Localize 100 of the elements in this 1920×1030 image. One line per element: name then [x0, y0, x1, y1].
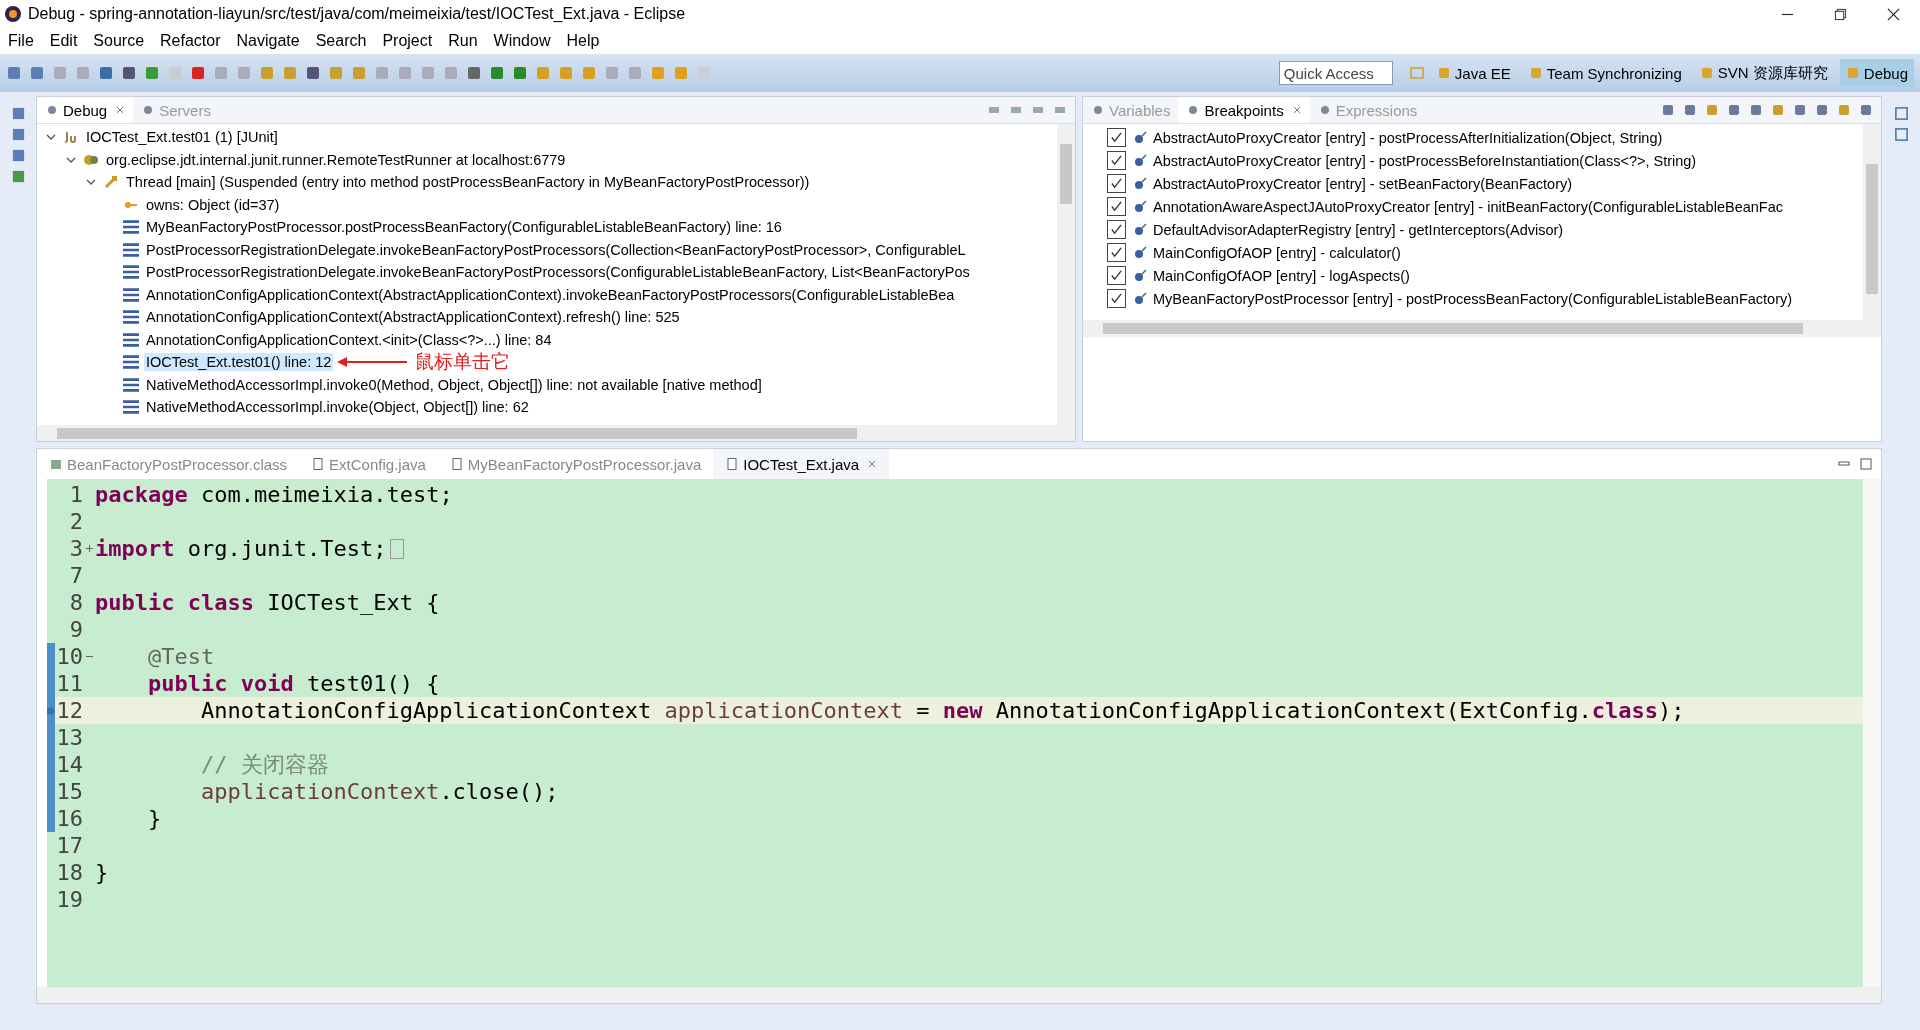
code-line: @Test: [146, 644, 215, 669]
expand-fold-icon[interactable]: [85, 545, 93, 552]
tree-item[interactable]: IOCTest_Ext.test01() line: 12: [144, 353, 334, 372]
view-toolbar-icon[interactable]: [1749, 103, 1763, 117]
menu-item[interactable]: Project: [380, 32, 435, 50]
tree-item[interactable]: IOCTest_Ext.test01 (1) [JUnit]: [84, 128, 280, 147]
breakpoint-label[interactable]: MainConfigOfAOP [entry] - logAspects(): [1153, 267, 1410, 284]
toolbar-icon[interactable]: [190, 65, 206, 81]
checkmark-icon: [1110, 131, 1123, 144]
breakpoint-label[interactable]: AbstractAutoProxyCreator [entry] - setBeanFactory(BeanFactory): [1153, 175, 1573, 192]
view-toolbar-icon[interactable]: [1705, 103, 1719, 117]
checkbox[interactable]: [1107, 243, 1126, 262]
view-icon[interactable]: [1893, 106, 1909, 121]
tree-item[interactable]: AnnotationConfigApplicationContext(AbstractApplicationContext).refresh() line: 525: [144, 308, 682, 327]
menu-item[interactable]: Navigate: [234, 32, 302, 50]
checkmark-icon: [1110, 200, 1123, 213]
checkbox[interactable]: [1107, 174, 1126, 193]
checkbox[interactable]: [1107, 128, 1126, 147]
toolbar-icon[interactable]: [121, 65, 137, 81]
horizontal-scrollbar[interactable]: [1083, 320, 1881, 336]
toolbar-icon[interactable]: [98, 65, 114, 81]
open-perspective-icon[interactable]: [1408, 65, 1425, 81]
tree-item[interactable]: MyBeanFactoryPostProcessor.postProcessBeanFactory(ConfigurableListableBeanFactory) line: 16: [144, 218, 784, 237]
checkbox[interactable]: [1107, 220, 1126, 239]
tree-item[interactable]: AnnotationConfigApplicationContext.<init>(Class<?>...) line: 84: [144, 330, 554, 349]
breakpoint-label[interactable]: AbstractAutoProxyCreator [entry] - postProcessAfterInitialization(Object, String): [1153, 129, 1663, 146]
line-number: 9: [68, 617, 83, 642]
editor-tab[interactable]: IOCTest_Ext.java: [713, 449, 890, 479]
instruction-pointer-icon: [47, 705, 55, 716]
view-tab[interactable]: Breakpoints: [1178, 97, 1310, 123]
breakpoint-label[interactable]: AnnotationAwareAspectJAutoProxyCreator [entry] - initBeanFactory(ConfigurableListableBeanFac: [1153, 198, 1783, 215]
checkmark-icon: [1110, 154, 1123, 167]
tree-item[interactable]: NativeMethodAccessorImpl.invoke0(Method, Object, Object[]) line: not available [native method]: [144, 375, 764, 394]
toolbar-icon[interactable]: [144, 65, 160, 81]
menu-item[interactable]: Source: [91, 32, 147, 50]
quick-access-field[interactable]: Quick Access: [1278, 61, 1393, 85]
menu-item[interactable]: Run: [446, 32, 480, 50]
view-tab[interactable]: Debug: [37, 97, 134, 123]
annotation-note: 鼠标单击它: [415, 350, 511, 375]
view-toolbar-icon[interactable]: [1771, 103, 1785, 117]
toolbar-icon[interactable]: [489, 65, 505, 81]
view-icon[interactable]: [10, 169, 26, 184]
view-icon[interactable]: [10, 127, 26, 142]
close-icon[interactable]: [1887, 7, 1900, 21]
view-toolbar-icon[interactable]: [1837, 103, 1851, 117]
tree-item[interactable]: Thread [main] (Suspended (entry into method postProcessBeanFactory in MyBeanFactoryPostProcessor)): [124, 173, 812, 192]
breakpoint-icon: [1132, 129, 1148, 146]
perspective-button[interactable]: Team Synchronizing: [1522, 59, 1688, 87]
editor-tab[interactable]: ExtConfig.java: [299, 449, 438, 479]
toolbar-icon[interactable]: [512, 65, 528, 81]
view-icon[interactable]: [1893, 127, 1909, 142]
tree-item[interactable]: PostProcessorRegistrationDelegate.invokeBeanFactoryPostProcessors(ConfigurableListableBeanFactory, List<BeanFactoryPos: [144, 263, 972, 282]
breakpoint-label[interactable]: MainConfigOfAOP [entry] - calculator(): [1153, 244, 1401, 261]
code-line: package com.meimeixia.test;: [95, 482, 453, 507]
checkbox[interactable]: [1107, 151, 1126, 170]
restore-icon[interactable]: [1834, 7, 1847, 21]
view-icon[interactable]: [10, 148, 26, 163]
menu-item[interactable]: Search: [313, 32, 369, 50]
tree-item[interactable]: org.eclipse.jdt.internal.junit.runner.RemoteTestRunner at localhost:6779: [104, 150, 568, 169]
line-number: 7: [68, 563, 83, 588]
breakpoint-icon: [1132, 244, 1148, 261]
checkbox[interactable]: [1107, 289, 1126, 308]
toolbar-icon[interactable]: [466, 65, 482, 81]
editor-tab[interactable]: MyBeanFactoryPostProcessor.java: [437, 449, 714, 479]
toolbar-icon[interactable]: [6, 65, 22, 81]
code-line: AnnotationConfigApplicationContext applicationContext = new AnnotationConfigApplicationContext(ExtConfig.class);: [199, 698, 1685, 723]
menu-item[interactable]: Window: [491, 32, 553, 50]
editor-tab[interactable]: BeanFactoryPostProcessor.class: [37, 449, 300, 479]
view-toolbar-icon[interactable]: [1661, 103, 1675, 117]
view-toolbar-icon[interactable]: [1859, 103, 1873, 117]
tree-item[interactable]: PostProcessorRegistrationDelegate.invokeBeanFactoryPostProcessors(Collection<BeanFactoryPostProcessor>, ConfigurableL: [144, 240, 968, 259]
tree-item[interactable]: NativeMethodAccessorImpl.invoke(Object, Object[]) line: 62: [144, 398, 531, 417]
toolbar-icon[interactable]: [29, 65, 45, 81]
checkbox[interactable]: [1107, 197, 1126, 216]
horizontal-scrollbar[interactable]: [37, 425, 1075, 441]
breakpoint-label[interactable]: DefaultAdvisorAdapterRegistry [entry] - getInterceptors(Advisor): [1153, 221, 1564, 238]
perspective-button[interactable]: Debug: [1839, 59, 1914, 87]
breakpoint-label[interactable]: MyBeanFactoryPostProcessor [entry] - postProcessBeanFactory(ConfigurableListableBeanFactory): [1153, 290, 1793, 307]
checkmark-icon: [1110, 269, 1123, 282]
breakpoint-label[interactable]: AbstractAutoProxyCreator [entry] - postProcessBeforeInstantiation(Class<?>, String): [1153, 152, 1697, 169]
folded-code-marker[interactable]: [390, 538, 405, 559]
perspective-button[interactable]: Java EE: [1430, 59, 1517, 87]
code-line: }: [95, 860, 109, 885]
tree-item[interactable]: owns: Object (id=37): [144, 195, 282, 214]
view-toolbar-icon[interactable]: [1727, 103, 1741, 117]
menu-item[interactable]: Refactor: [158, 32, 223, 50]
menu-item[interactable]: Help: [564, 32, 602, 50]
view-toolbar-icon[interactable]: [1815, 103, 1829, 117]
toolbar-icon[interactable]: [305, 65, 321, 81]
checkbox[interactable]: [1107, 266, 1126, 285]
view-icon[interactable]: [10, 106, 26, 121]
view-toolbar-icon[interactable]: [1683, 103, 1697, 117]
horizontal-scrollbar[interactable]: [37, 987, 1881, 1003]
collapse-fold-icon[interactable]: [85, 653, 93, 660]
view-toolbar-icon[interactable]: [1793, 103, 1807, 117]
tree-item[interactable]: AnnotationConfigApplicationContext(AbstractApplicationContext).invokeBeanFactoryPostProcessors(ConfigurableListableBea: [144, 285, 957, 304]
menu-item[interactable]: Edit: [47, 32, 80, 50]
maximize-icon[interactable]: [1859, 457, 1873, 471]
menu-item[interactable]: File: [6, 32, 36, 50]
perspective-button[interactable]: SVN 资源库研究: [1693, 59, 1834, 87]
